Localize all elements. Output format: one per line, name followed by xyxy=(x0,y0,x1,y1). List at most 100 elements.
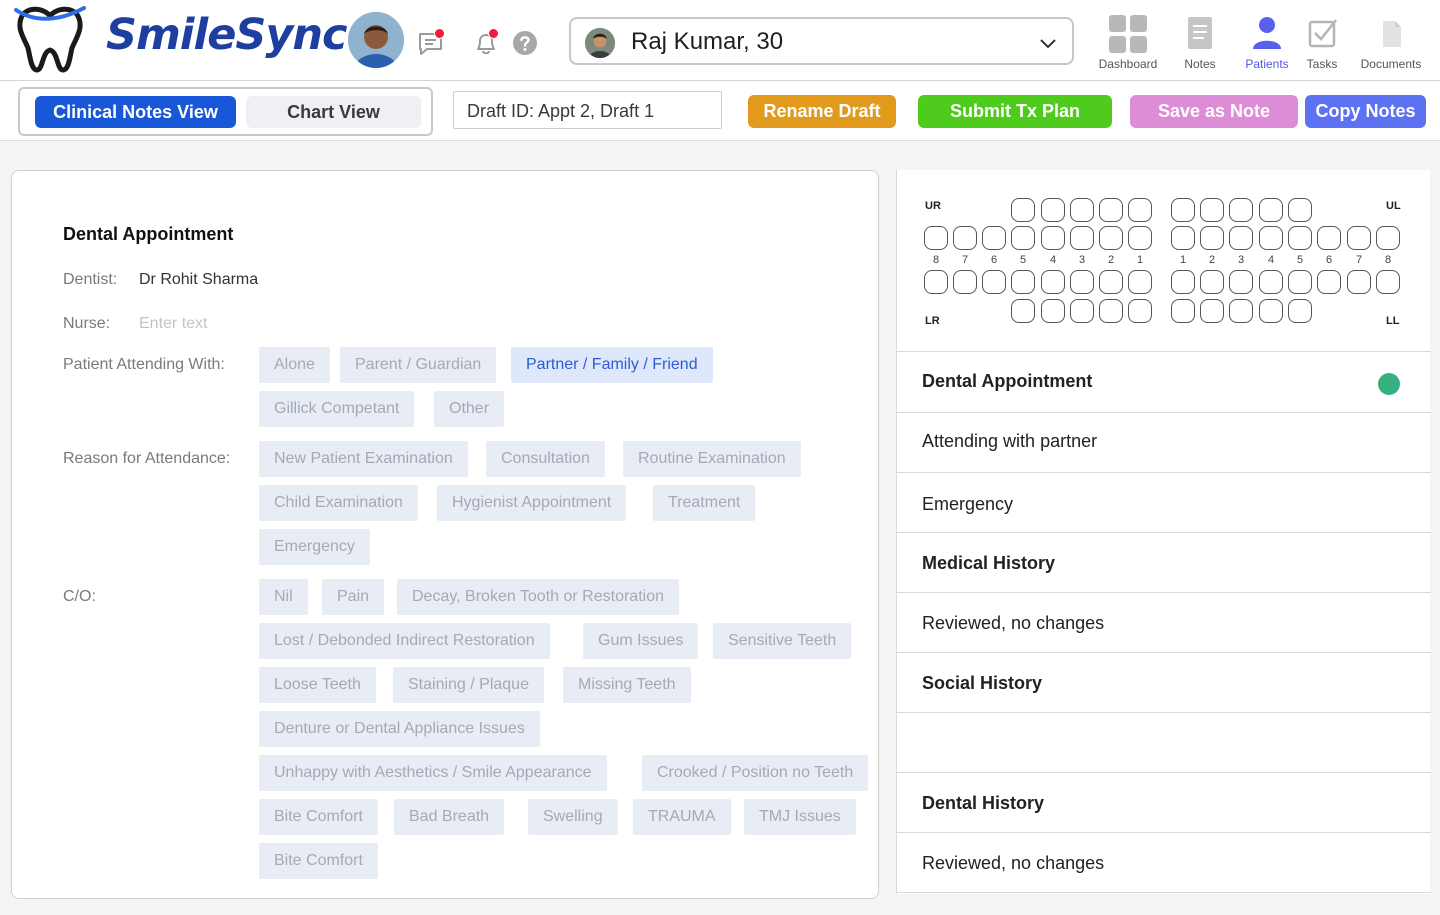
submit-tx-plan-button[interactable]: Submit Tx Plan xyxy=(918,95,1112,128)
chip-reason[interactable]: Emergency xyxy=(259,529,370,565)
tooth-upper-right[interactable] xyxy=(1128,226,1152,250)
chip-co[interactable]: Staining / Plaque xyxy=(393,667,544,703)
chip-reason[interactable]: Routine Examination xyxy=(623,441,801,477)
nav-dashboard[interactable]: Dashboard xyxy=(1094,12,1162,74)
chip-reason[interactable]: Treatment xyxy=(653,485,756,521)
tooth-lower-right-outer[interactable] xyxy=(1128,299,1152,323)
summary-row[interactable]: Emergency xyxy=(897,473,1431,533)
tooth-lower-right[interactable] xyxy=(1128,270,1152,294)
tooth-upper-right[interactable] xyxy=(1041,226,1065,250)
tooth-lower-right[interactable] xyxy=(953,270,977,294)
chip-attending[interactable]: Parent / Guardian xyxy=(340,347,497,383)
clinical-notes-view-button[interactable]: Clinical Notes View xyxy=(35,96,236,128)
chip-attending[interactable]: Alone xyxy=(259,347,330,383)
tooth-lower-right[interactable] xyxy=(924,270,948,294)
chip-reason[interactable]: Hygienist Appointment xyxy=(437,485,627,521)
chip-co[interactable]: Lost / Debonded Indirect Restoration xyxy=(259,623,550,659)
tooth-upper-left-outer[interactable] xyxy=(1229,198,1253,222)
tooth-lower-left[interactable] xyxy=(1347,270,1371,294)
tooth-upper-right[interactable] xyxy=(982,226,1006,250)
summary-row[interactable]: Dental Appointment xyxy=(897,353,1431,413)
tooth-lower-left-outer[interactable] xyxy=(1229,299,1253,323)
tooth-lower-left[interactable] xyxy=(1229,270,1253,294)
chip-co[interactable]: Loose Teeth xyxy=(259,667,376,703)
messages-icon[interactable] xyxy=(417,28,447,60)
tooth-lower-right-outer[interactable] xyxy=(1041,299,1065,323)
tooth-upper-right-outer[interactable] xyxy=(1128,198,1152,222)
summary-row[interactable]: Reviewed, no changes xyxy=(897,593,1431,653)
draft-id-field[interactable]: Draft ID: Appt 2, Draft 1 xyxy=(453,91,722,129)
tooth-lower-right-outer[interactable] xyxy=(1011,299,1035,323)
tooth-upper-right-outer[interactable] xyxy=(1041,198,1065,222)
tooth-upper-right[interactable] xyxy=(1070,226,1094,250)
tooth-upper-right-outer[interactable] xyxy=(1070,198,1094,222)
nav-tasks[interactable]: Tasks xyxy=(1300,12,1344,74)
tooth-upper-left[interactable] xyxy=(1317,226,1341,250)
chip-co[interactable]: Nil xyxy=(259,579,308,615)
tooth-lower-right[interactable] xyxy=(1011,270,1035,294)
tooth-upper-left-outer[interactable] xyxy=(1200,198,1224,222)
chip-co[interactable]: Swelling xyxy=(528,799,618,835)
chip-co[interactable]: Bite Comfort xyxy=(259,799,378,835)
dentist-value[interactable]: Dr Rohit Sharma xyxy=(139,271,258,289)
summary-row[interactable]: Medical History xyxy=(897,533,1431,593)
chip-co[interactable]: Unhappy with Aesthetics / Smile Appearan… xyxy=(259,755,607,791)
tooth-lower-left[interactable] xyxy=(1288,270,1312,294)
tooth-lower-right[interactable] xyxy=(982,270,1006,294)
nav-documents[interactable]: Documents xyxy=(1355,12,1427,74)
chip-co[interactable]: TRAUMA xyxy=(633,799,731,835)
tooth-upper-right-outer[interactable] xyxy=(1011,198,1035,222)
chip-attending[interactable]: Other xyxy=(434,391,505,427)
chip-attending[interactable]: Gillick Competant xyxy=(259,391,415,427)
tooth-upper-left-outer[interactable] xyxy=(1259,198,1283,222)
copy-notes-button[interactable]: Copy Notes xyxy=(1305,95,1426,128)
tooth-lower-left-outer[interactable] xyxy=(1200,299,1224,323)
tooth-upper-left[interactable] xyxy=(1171,226,1195,250)
patient-select[interactable]: Raj Kumar, 30 xyxy=(569,17,1074,65)
app-logo[interactable]: SmileSync xyxy=(14,4,348,74)
tooth-lower-left[interactable] xyxy=(1200,270,1224,294)
tooth-lower-left[interactable] xyxy=(1259,270,1283,294)
tooth-lower-right-outer[interactable] xyxy=(1070,299,1094,323)
tooth-upper-right[interactable] xyxy=(1099,226,1123,250)
tooth-upper-left[interactable] xyxy=(1288,226,1312,250)
tooth-lower-left[interactable] xyxy=(1376,270,1400,294)
summary-row[interactable] xyxy=(897,713,1431,773)
tooth-lower-left-outer[interactable] xyxy=(1288,299,1312,323)
tooth-lower-left-outer[interactable] xyxy=(1171,299,1195,323)
chip-co[interactable]: Pain xyxy=(322,579,385,615)
tooth-upper-left[interactable] xyxy=(1200,226,1224,250)
chip-co[interactable]: Bad Breath xyxy=(394,799,505,835)
tooth-upper-left-outer[interactable] xyxy=(1288,198,1312,222)
rename-draft-button[interactable]: Rename Draft xyxy=(748,95,896,128)
chip-reason[interactable]: Consultation xyxy=(486,441,605,477)
tooth-lower-right[interactable] xyxy=(1041,270,1065,294)
chip-co[interactable]: Decay, Broken Tooth or Restoration xyxy=(397,579,679,615)
tooth-upper-right-outer[interactable] xyxy=(1099,198,1123,222)
summary-row[interactable]: Attending with partner xyxy=(897,413,1431,473)
tooth-upper-left-outer[interactable] xyxy=(1171,198,1195,222)
summary-row[interactable]: Social History xyxy=(897,653,1431,713)
save-as-note-button[interactable]: Save as Note xyxy=(1130,95,1298,128)
tooth-upper-left[interactable] xyxy=(1376,226,1400,250)
chip-co[interactable]: TMJ Issues xyxy=(744,799,856,835)
chip-co[interactable]: Sensitive Teeth xyxy=(713,623,852,659)
summary-row[interactable]: Dental History xyxy=(897,773,1431,833)
chip-attending-selected[interactable]: Partner / Family / Friend xyxy=(511,347,713,383)
chip-reason[interactable]: Child Examination xyxy=(259,485,418,521)
tooth-upper-left[interactable] xyxy=(1259,226,1283,250)
chip-co[interactable]: Gum Issues xyxy=(583,623,699,659)
chart-view-button[interactable]: Chart View xyxy=(246,96,421,128)
nurse-input[interactable]: Enter text xyxy=(139,315,207,333)
tooth-upper-right[interactable] xyxy=(1011,226,1035,250)
nav-patients[interactable]: Patients xyxy=(1239,12,1295,74)
tooth-lower-left[interactable] xyxy=(1171,270,1195,294)
chip-co[interactable]: Bite Comfort xyxy=(259,843,378,879)
chip-co[interactable]: Crooked / Position no Teeth xyxy=(642,755,869,791)
tooth-upper-left[interactable] xyxy=(1229,226,1253,250)
tooth-lower-right-outer[interactable] xyxy=(1099,299,1123,323)
user-avatar[interactable] xyxy=(348,12,404,68)
chip-reason[interactable]: New Patient Examination xyxy=(259,441,468,477)
tooth-lower-left[interactable] xyxy=(1317,270,1341,294)
chip-co[interactable]: Denture or Dental Appliance Issues xyxy=(259,711,540,747)
